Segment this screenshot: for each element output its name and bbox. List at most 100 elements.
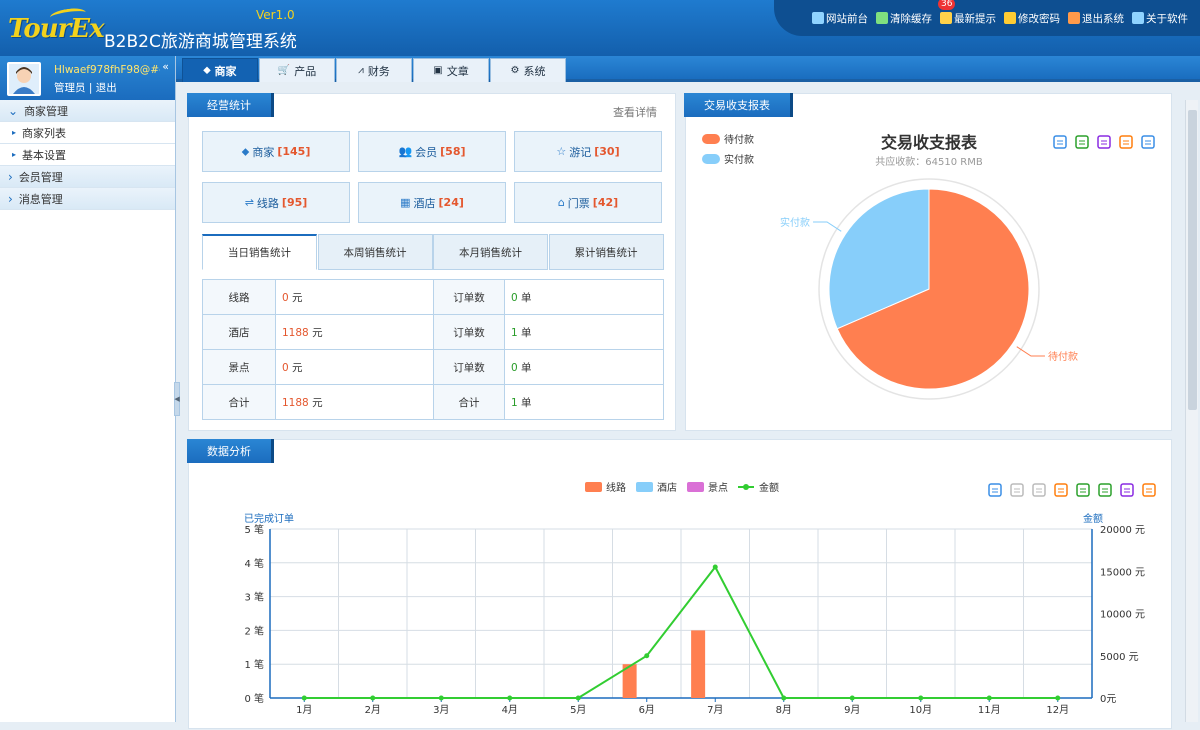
toolbar-item-3[interactable]: 修改密码 (1004, 11, 1060, 26)
view-details-link[interactable]: 查看详情 (613, 104, 657, 120)
sale-tab-3[interactable]: 累计销售统计 (548, 234, 664, 270)
toolbar-item-5[interactable]: 关于软件 (1132, 11, 1188, 26)
monitor-icon (812, 12, 824, 24)
scrollbar[interactable] (1185, 100, 1198, 722)
toolbar-item-2[interactable]: 最新提示 36 (938, 0, 996, 26)
amount-point-5[interactable] (644, 653, 650, 659)
legend-item-0[interactable]: 线路 (585, 481, 626, 494)
funnel-icon[interactable] (1096, 134, 1112, 150)
pie-legend-label[interactable]: 待付款 (724, 133, 754, 146)
orders-cell: 1 单 (504, 314, 664, 350)
tab-label: 文章 (446, 64, 469, 78)
legend-item-2[interactable]: 景点 (687, 482, 728, 494)
bar-switch-icon[interactable] (1097, 482, 1113, 498)
doc-icon: ▣ (433, 65, 443, 76)
legend-item-3[interactable]: 金额 (738, 481, 779, 494)
amount-point-3[interactable] (507, 695, 513, 701)
orders-unit: 单 (521, 326, 532, 339)
scroll-thumb[interactable] (1188, 110, 1197, 410)
sale-tab-0[interactable]: 当日销售统计 (202, 234, 317, 270)
stat-0[interactable]: ⬥ 商家 [145] (202, 131, 350, 172)
x-tick-label: 3月 (433, 704, 449, 716)
remove-mark-icon[interactable] (1009, 482, 1025, 498)
amount-point-0[interactable] (301, 695, 307, 701)
toolbar-item-4[interactable]: 退出系统 (1068, 11, 1124, 26)
cart-icon: 🛒 (277, 65, 291, 76)
y-tick-left: 5 笔 (244, 523, 264, 536)
amount-unit: 元 (312, 326, 323, 339)
sale-tab-2[interactable]: 本月销售统计 (433, 234, 548, 270)
sidebar-item-1[interactable]: ▸ 商家列表 (0, 122, 175, 144)
stat-label: 酒店 (413, 196, 436, 210)
restore-icon[interactable] (1118, 134, 1134, 150)
stat-count: [24] (438, 196, 464, 209)
pie-legend-swatch[interactable] (702, 134, 720, 144)
amount-point-9[interactable] (918, 695, 924, 701)
sidebar-item-label: 商家管理 (24, 104, 69, 118)
stat-1[interactable]: 👥 会员 [58] (358, 131, 506, 172)
amount-point-1[interactable] (370, 695, 376, 701)
collapse-sidebar-icon[interactable]: « (162, 60, 169, 73)
amount-point-6[interactable] (712, 564, 718, 570)
hotel-icon: ▦ (400, 196, 411, 209)
toolbar-label: 修改密码 (1018, 12, 1060, 25)
line-switch-icon[interactable] (1075, 482, 1091, 498)
data-view-icon[interactable] (1052, 134, 1068, 150)
mark-icon[interactable] (987, 482, 1003, 498)
splitter-handle[interactable]: ◀ (174, 382, 180, 416)
pie-switch-icon[interactable] (1074, 134, 1090, 150)
legend-item-1[interactable]: 酒店 (636, 481, 677, 494)
tab-4[interactable]: ⚙ 系统 (490, 58, 566, 82)
tab-0[interactable]: ⬥ 商家 (182, 58, 258, 82)
main-tabbar: ⬥ 商家 🛒 产品 ⩘ 财务 ▣ 文章 ⚙ 系统 (176, 56, 1200, 82)
sale-tabs: 当日销售统计 本周销售统计 本月销售统计 累计销售统计 (202, 234, 664, 270)
restore-icon[interactable] (1119, 482, 1135, 498)
orders-value: 1 (511, 326, 518, 339)
save-image-icon[interactable] (1140, 134, 1156, 150)
amount-unit: 元 (312, 396, 323, 409)
stat-count: [95] (281, 196, 308, 209)
tab-3[interactable]: ▣ 文章 (413, 58, 489, 82)
chevron-right-icon: › (8, 169, 13, 184)
sidebar-item-3[interactable]: › 会员管理 (0, 166, 175, 188)
amount-point-11[interactable] (1055, 695, 1061, 701)
amount-point-2[interactable] (438, 695, 444, 701)
data-view-icon[interactable] (1053, 482, 1069, 498)
stat-3[interactable]: ⇌ 线路 [95] (202, 182, 350, 223)
y-tick-left: 1 笔 (244, 658, 264, 671)
toolbar-item-1[interactable]: 清除缓存 (876, 11, 932, 26)
amount-point-10[interactable] (986, 695, 992, 701)
sale-tab-1[interactable]: 本周销售统计 (317, 234, 433, 270)
toolbar-item-0[interactable]: 网站前台 (812, 11, 868, 26)
toolbar-label: 清除缓存 (890, 12, 932, 25)
tab-2[interactable]: ⩘ 财务 (336, 58, 412, 82)
tab-label: 财务 (367, 64, 390, 78)
amount-cell: 1188 元 (275, 384, 434, 420)
avatar (7, 62, 41, 96)
legend-label: 景点 (708, 482, 728, 494)
pie-legend-swatch[interactable] (702, 154, 720, 164)
bar-0-6[interactable] (691, 630, 706, 698)
clear-mark-icon[interactable] (1031, 482, 1047, 498)
x-tick-label: 1月 (296, 704, 312, 716)
legend-label: 金额 (759, 481, 779, 494)
pie-legend-label[interactable]: 实付款 (724, 153, 754, 166)
save-image-icon[interactable] (1141, 482, 1157, 498)
stat-2[interactable]: ☆ 游记 [30] (514, 131, 662, 172)
logout-link[interactable]: 退出 (96, 82, 117, 94)
sidebar-item-4[interactable]: › 消息管理 (0, 188, 175, 210)
sidebar-item-0[interactable]: ⌄ 商家管理 (0, 100, 175, 122)
stat-4[interactable]: ▦ 酒店 [24] (358, 182, 506, 223)
stat-5[interactable]: ⌂ 门票 [42] (514, 182, 662, 223)
user-name[interactable]: Hlwaef978fhF98@#e (54, 64, 160, 76)
table-row: 景点 0 元订单数 0 单 (202, 349, 664, 385)
amount-point-8[interactable] (849, 695, 855, 701)
y-tick-right: 15000 元 (1100, 567, 1145, 578)
order-label: 合计 (433, 384, 505, 420)
top-toolbar: 网站前台 清除缓存 最新提示 36 修改密码 退出系统 关于软件 (774, 0, 1200, 36)
sidebar-item-2[interactable]: ▸ 基本设置 (0, 144, 175, 166)
y-tick-right: 10000 元 (1100, 610, 1145, 621)
tab-1[interactable]: 🛒 产品 (259, 58, 335, 82)
amount-point-7[interactable] (781, 695, 787, 701)
amount-point-4[interactable] (575, 695, 581, 701)
